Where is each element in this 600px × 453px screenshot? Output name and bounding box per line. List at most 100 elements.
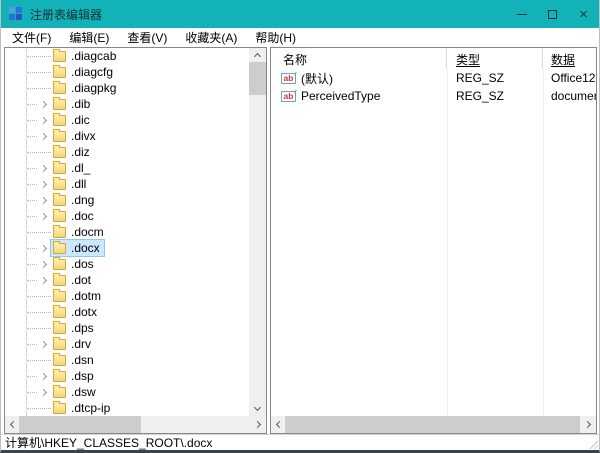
- menu-item[interactable]: 收藏夹(A): [176, 27, 246, 48]
- folder-icon: [53, 243, 66, 254]
- expand-chevron-icon[interactable]: [38, 210, 51, 223]
- folder-icon: [53, 355, 66, 366]
- tree-item[interactable]: .dps: [5, 320, 249, 336]
- column-header-data[interactable]: 数据: [543, 48, 596, 68]
- tree-item[interactable]: .dl_: [5, 160, 249, 176]
- tree-item[interactable]: .dic: [5, 112, 249, 128]
- chevron-right-icon: [584, 421, 591, 428]
- expand-chevron-icon[interactable]: [38, 338, 51, 351]
- menu-item[interactable]: 编辑(E): [60, 27, 118, 48]
- chevron-left-icon: [276, 421, 283, 428]
- expand-chevron-icon[interactable]: [38, 242, 51, 255]
- expand-chevron-icon[interactable]: [38, 274, 51, 287]
- minimize-button[interactable]: [506, 0, 537, 28]
- minimize-icon: [517, 14, 527, 15]
- tree-connector: [27, 312, 51, 313]
- list-horizontal-scrollbar[interactable]: [271, 416, 596, 433]
- value-row[interactable]: ab PerceivedType REG_SZ documen: [271, 87, 596, 105]
- menu-item[interactable]: 查看(V): [118, 27, 176, 48]
- tree-item-label: .dib: [71, 97, 90, 111]
- expand-chevron-icon[interactable]: [38, 258, 51, 271]
- tree-item[interactable]: .diagcab: [5, 48, 249, 64]
- tree-item-label: .dll: [71, 177, 86, 191]
- column-header-name[interactable]: 名称: [271, 48, 447, 68]
- expand-chevron-icon[interactable]: [38, 162, 51, 175]
- tree-item[interactable]: .dng: [5, 192, 249, 208]
- tree-item-label: .dng: [71, 193, 94, 207]
- expand-chevron-icon[interactable]: [38, 194, 51, 207]
- tree-connector: [27, 152, 51, 153]
- vertical-scroll-thumb[interactable]: [249, 62, 266, 95]
- folder-icon: [53, 339, 66, 350]
- horizontal-scroll-thumb[interactable]: [285, 416, 580, 433]
- scroll-down-button[interactable]: [249, 401, 266, 416]
- expand-chevron-icon[interactable]: [38, 114, 51, 127]
- scroll-left-button[interactable]: [5, 416, 20, 433]
- registry-tree: .diagcab .diagcfg .diagpkg .dib .dic: [5, 48, 249, 416]
- chevron-down-icon: [254, 404, 261, 411]
- tree-item-label: .dtcp-ip: [71, 401, 110, 415]
- tree-item[interactable]: .dotx: [5, 304, 249, 320]
- maximize-button[interactable]: [537, 0, 568, 28]
- expand-chevron-icon[interactable]: [38, 386, 51, 399]
- main-area: .diagcab .diagcfg .diagpkg .dib .dic: [1, 47, 599, 434]
- value-name: (默认): [301, 70, 333, 87]
- tree-item-label: .dps: [71, 321, 94, 335]
- tree-item-label: .docx: [71, 241, 100, 255]
- tree-item-label: .doc: [71, 209, 94, 223]
- scroll-right-button[interactable]: [581, 416, 596, 433]
- folder-icon: [53, 227, 66, 238]
- tree-item[interactable]: .dtcp-ip: [5, 400, 249, 416]
- tree-item[interactable]: .dotm: [5, 288, 249, 304]
- tree-item[interactable]: .drv: [5, 336, 249, 352]
- tree-item[interactable]: .dot: [5, 272, 249, 288]
- tree-vertical-scrollbar[interactable]: [249, 48, 266, 416]
- column-separator: [543, 68, 544, 416]
- folder-icon: [53, 291, 66, 302]
- scroll-up-button[interactable]: [249, 48, 266, 63]
- tree-item[interactable]: .diz: [5, 144, 249, 160]
- value-type: REG_SZ: [447, 71, 543, 85]
- tree-item[interactable]: .dib: [5, 96, 249, 112]
- tree-horizontal-scrollbar[interactable]: [5, 416, 266, 433]
- expand-chevron-icon[interactable]: [38, 98, 51, 111]
- expand-chevron-icon[interactable]: [38, 130, 51, 143]
- column-header-type[interactable]: 类型: [447, 48, 543, 68]
- menu-item[interactable]: 文件(F): [3, 27, 60, 48]
- maximize-icon: [548, 10, 557, 19]
- folder-icon: [53, 195, 66, 206]
- tree-connector: [27, 72, 51, 73]
- tree-item-label: .dl_: [71, 161, 90, 175]
- tree-item[interactable]: .dos: [5, 256, 249, 272]
- tree-item[interactable]: .dsw: [5, 384, 249, 400]
- close-button[interactable]: ×: [568, 0, 599, 28]
- folder-icon: [53, 403, 66, 414]
- tree-item[interactable]: .dsp: [5, 368, 249, 384]
- expand-chevron-icon[interactable]: [38, 370, 51, 383]
- menu-item[interactable]: 帮助(H): [246, 27, 305, 48]
- scroll-left-button[interactable]: [271, 416, 286, 433]
- folder-icon: [53, 51, 66, 62]
- tree-item[interactable]: .docm: [5, 224, 249, 240]
- tree-item[interactable]: .divx: [5, 128, 249, 144]
- value-name-cell: ab (默认): [271, 70, 447, 87]
- expand-chevron-icon[interactable]: [38, 178, 51, 191]
- window-title: 注册表编辑器: [30, 6, 102, 23]
- tree-connector: [27, 56, 51, 57]
- folder-icon: [53, 115, 66, 126]
- tree-item-label: .dot: [71, 273, 91, 287]
- tree-item[interactable]: .diagpkg: [5, 80, 249, 96]
- tree-item[interactable]: .diagcfg: [5, 64, 249, 80]
- tree-item[interactable]: .docx: [5, 240, 249, 256]
- folder-icon: [53, 131, 66, 142]
- resize-grip[interactable]: [588, 439, 598, 449]
- tree-item[interactable]: .dsn: [5, 352, 249, 368]
- tree-item[interactable]: .doc: [5, 208, 249, 224]
- folder-icon: [53, 147, 66, 158]
- value-row[interactable]: ab (默认) REG_SZ Office12.: [271, 69, 596, 87]
- tree-item[interactable]: .dll: [5, 176, 249, 192]
- folder-icon: [53, 371, 66, 382]
- horizontal-scroll-thumb[interactable]: [19, 416, 141, 433]
- scroll-right-button[interactable]: [251, 416, 266, 433]
- selected-key-path: 计算机\HKEY_CLASSES_ROOT\.docx: [5, 434, 212, 451]
